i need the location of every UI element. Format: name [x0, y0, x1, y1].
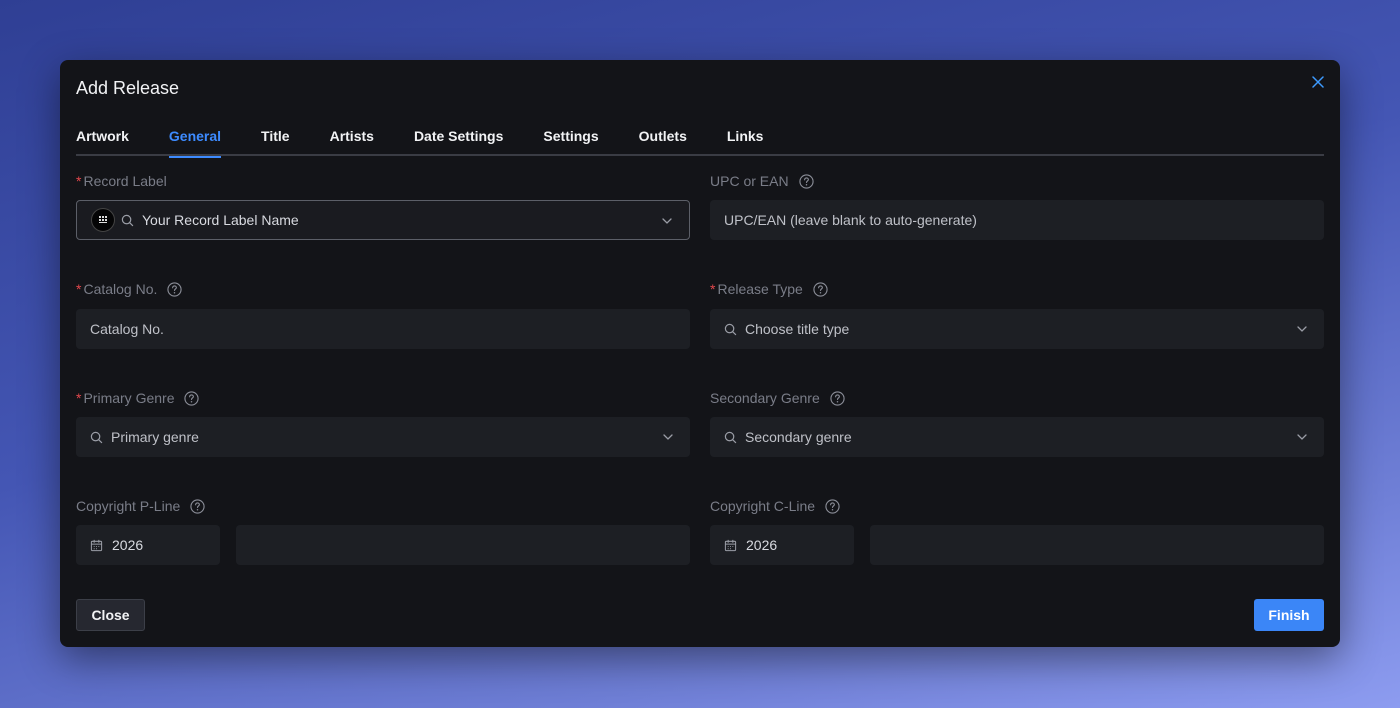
primary-genre-label-text: Primary Genre	[83, 390, 175, 406]
search-icon	[724, 323, 737, 335]
upc-label-text: UPC or EAN	[710, 173, 789, 189]
c-line-label-text: Copyright C-Line	[710, 498, 816, 514]
tab-general[interactable]: General	[168, 128, 222, 158]
search-icon	[121, 214, 134, 226]
tab-outlets[interactable]: Outlets	[639, 128, 687, 156]
help-icon[interactable]	[813, 281, 828, 297]
required-marker: *	[76, 390, 82, 406]
help-icon[interactable]	[167, 281, 183, 297]
tab-links[interactable]: Links	[727, 128, 764, 156]
catalog-placeholder: Catalog No.	[90, 321, 164, 337]
label-logo-icon	[91, 208, 115, 232]
close-button[interactable]: Close	[76, 599, 145, 631]
p-line-year-picker[interactable]: 2026	[76, 525, 220, 565]
release-type-placeholder: Choose title type	[745, 321, 850, 337]
chevron-down-icon	[1297, 326, 1307, 332]
catalog-label: * Catalog No.	[76, 280, 183, 298]
release-type-select[interactable]: Choose title type	[710, 309, 1324, 349]
record-label-label: * Record Label	[76, 172, 167, 190]
tab-artists[interactable]: Artists	[330, 128, 374, 156]
release-type-label-text: Release Type	[717, 281, 803, 297]
chevron-down-icon	[663, 434, 673, 440]
c-line-year-value: 2026	[746, 537, 778, 553]
help-icon[interactable]	[825, 498, 840, 514]
c-line-text-input[interactable]	[870, 525, 1324, 565]
help-icon[interactable]	[190, 498, 205, 514]
chevron-down-icon	[1297, 434, 1307, 440]
catalog-label-text: Catalog No.	[83, 281, 158, 297]
dialog-title: Add Release	[76, 78, 180, 98]
close-icon[interactable]	[1310, 74, 1326, 90]
required-marker: *	[76, 173, 82, 189]
p-line-label: Copyright P-Line	[76, 497, 205, 515]
upc-placeholder: UPC/EAN (leave blank to auto-generate)	[724, 212, 977, 228]
calendar-icon	[90, 539, 103, 551]
p-line-text-input[interactable]	[236, 525, 690, 565]
tab-date-settings[interactable]: Date Settings	[414, 128, 503, 156]
help-icon[interactable]	[830, 390, 845, 406]
finish-button[interactable]: Finish	[1254, 599, 1324, 631]
upc-label: UPC or EAN	[710, 172, 814, 190]
calendar-icon	[724, 539, 737, 551]
record-label-select[interactable]: Your Record Label Name	[76, 200, 690, 240]
upc-input[interactable]: UPC/EAN (leave blank to auto-generate)	[710, 200, 1324, 240]
p-line-year-value: 2026	[112, 537, 144, 553]
tab-bar: Artwork General Title Artists Date Setti…	[76, 128, 1324, 158]
required-marker: *	[710, 281, 716, 297]
chevron-down-icon	[662, 218, 672, 224]
record-label-value: Your Record Label Name	[142, 212, 299, 228]
primary-genre-select[interactable]: Primary genre	[76, 417, 690, 457]
c-line-year-picker[interactable]: 2026	[710, 525, 854, 565]
required-marker: *	[76, 281, 82, 297]
record-label-label-text: Record Label	[83, 173, 167, 189]
help-icon[interactable]	[798, 173, 814, 189]
secondary-genre-label: Secondary Genre	[710, 389, 845, 407]
catalog-input[interactable]: Catalog No.	[76, 309, 690, 349]
secondary-genre-select[interactable]: Secondary genre	[710, 417, 1324, 457]
search-icon	[724, 431, 737, 443]
tab-title[interactable]: Title	[261, 128, 290, 156]
primary-genre-label: * Primary Genre	[76, 389, 200, 407]
tab-artwork[interactable]: Artwork	[76, 128, 129, 156]
tab-settings[interactable]: Settings	[543, 128, 598, 156]
search-icon	[90, 431, 103, 443]
release-type-label: * Release Type	[710, 280, 828, 298]
help-icon[interactable]	[184, 390, 200, 406]
primary-genre-placeholder: Primary genre	[111, 429, 199, 445]
add-release-dialog: Add Release Artwork General Title Artist…	[60, 60, 1340, 647]
c-line-label: Copyright C-Line	[710, 497, 840, 515]
p-line-label-text: Copyright P-Line	[76, 498, 181, 514]
secondary-genre-placeholder: Secondary genre	[745, 429, 852, 445]
secondary-genre-label-text: Secondary Genre	[710, 390, 820, 406]
